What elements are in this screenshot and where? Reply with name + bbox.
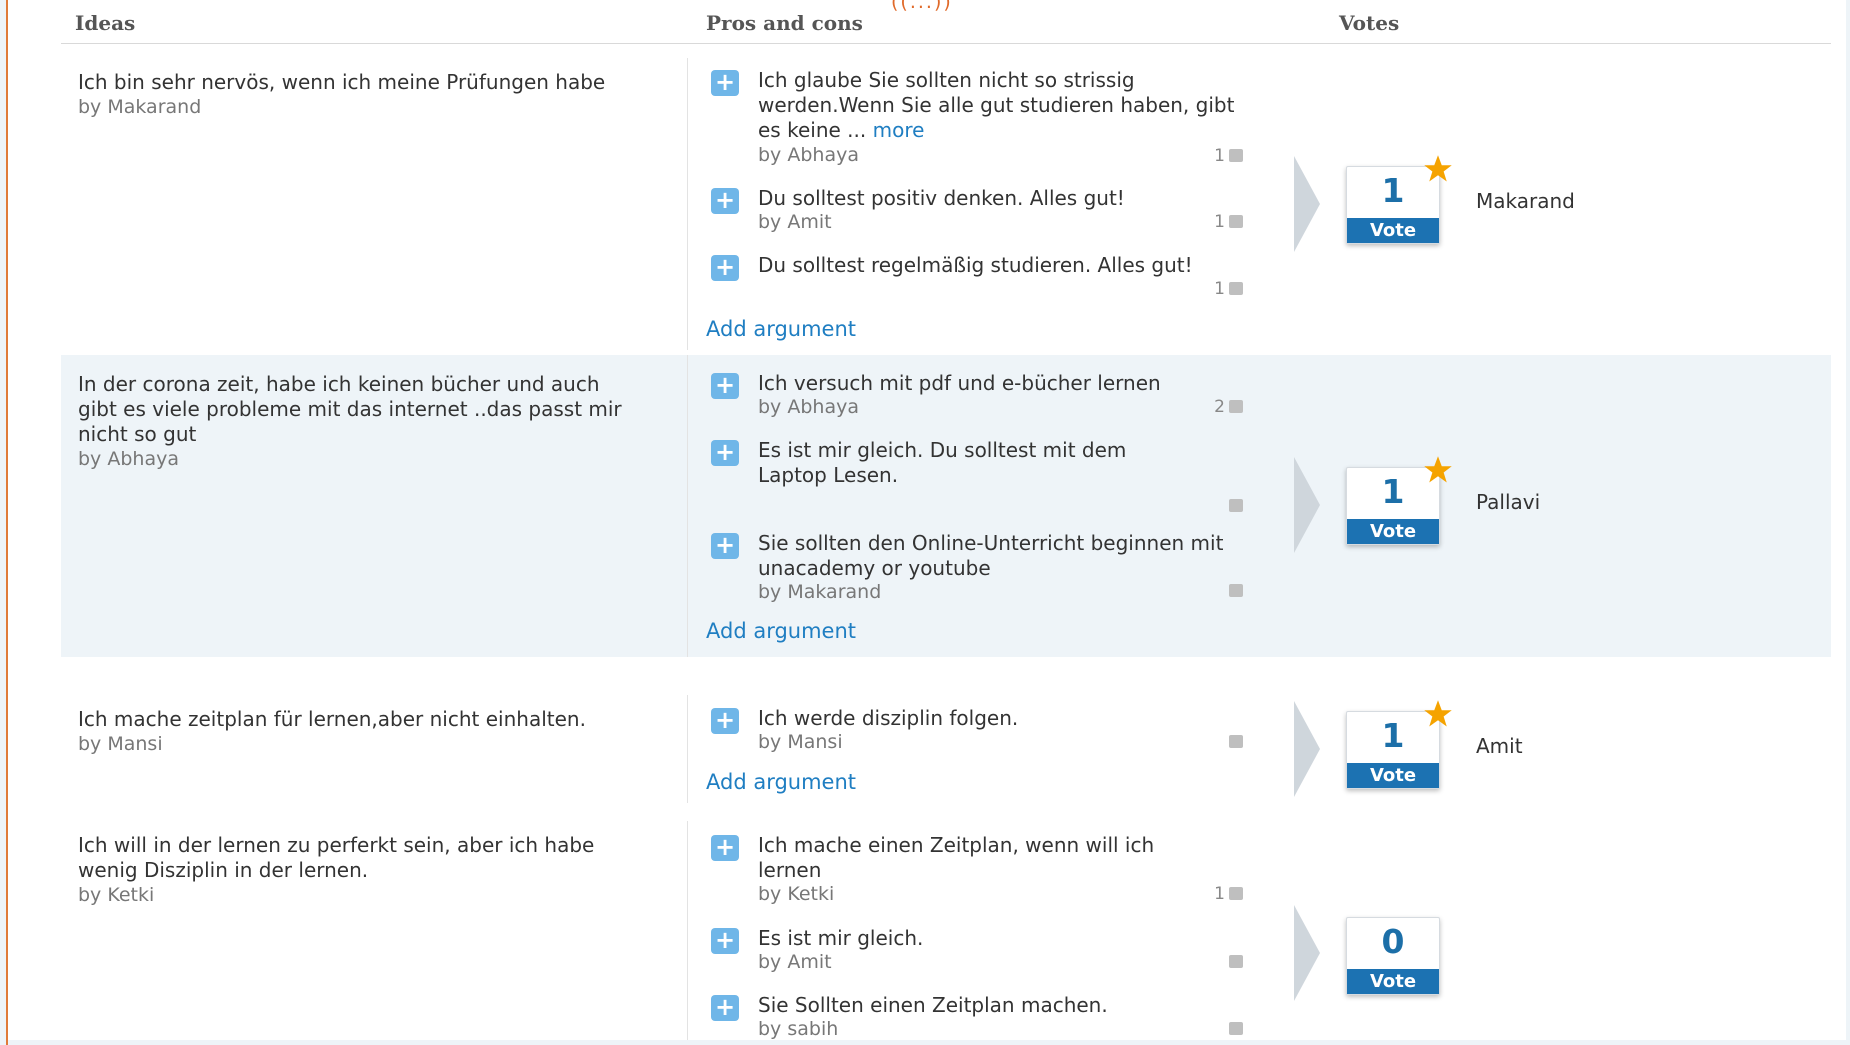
idea-text: In der corona zeit, habe ich keinen büch… [78, 372, 622, 446]
idea-cell: Ich mache zeitplan für lernen,aber nicht… [78, 707, 638, 756]
idea-row: In der corona zeit, habe ich keinen büch… [61, 355, 1831, 657]
like-number: 1 [1214, 212, 1225, 232]
thumbs-up-icon[interactable] [1229, 282, 1243, 295]
like-count[interactable]: 1 [1183, 279, 1243, 299]
header-pros-cons: Pros and cons [706, 11, 863, 35]
argument-text: Sie sollten den Online-Unterricht beginn… [758, 531, 1224, 580]
add-argument-link[interactable]: Add argument [706, 619, 856, 643]
argument-text-wrap: Ich glaube Sie sollten nicht so strissig… [758, 68, 1238, 143]
argument-author: by Ketki [758, 883, 835, 905]
idea-text: Ich bin sehr nervös, wenn ich meine Prüf… [78, 70, 606, 94]
like-number: 1 [1214, 884, 1225, 904]
plus-icon[interactable]: + [711, 533, 739, 559]
add-argument-link[interactable]: Add argument [706, 770, 856, 794]
voter-name: Amit [1476, 734, 1523, 758]
like-count[interactable] [1183, 581, 1243, 601]
thumbs-up-icon[interactable] [1229, 215, 1243, 228]
column-divider [687, 695, 688, 803]
plus-icon[interactable]: + [711, 708, 739, 734]
vote-button[interactable]: Vote [1347, 519, 1439, 544]
argument-text: Ich mache einen Zeitplan, wenn will ich … [758, 833, 1155, 882]
plus-icon[interactable]: + [711, 188, 739, 214]
add-argument-link[interactable]: Add argument [706, 317, 856, 341]
header-votes: Votes [1339, 11, 1400, 35]
plus-icon[interactable]: + [711, 70, 739, 96]
thumbs-up-icon[interactable] [1229, 1022, 1243, 1035]
like-number: 1 [1214, 146, 1225, 166]
like-count[interactable]: 2 [1183, 397, 1243, 417]
thumbs-up-icon[interactable] [1229, 499, 1243, 512]
like-number: 1 [1214, 279, 1225, 299]
like-count[interactable]: 1 [1183, 146, 1243, 166]
argument-author: by Abhaya [758, 396, 859, 418]
column-divider [687, 355, 688, 657]
argument-text: Du solltest positiv denken. Alles gut! [758, 186, 1125, 210]
argument-author: by Amit [758, 211, 832, 233]
argument-text: Sie Sollten einen Zeitplan machen. [758, 993, 1108, 1017]
thumbs-up-icon[interactable] [1229, 400, 1243, 413]
argument-author: by sabih [758, 1018, 839, 1040]
idea-row: Ich bin sehr nervös, wenn ich meine Prüf… [61, 52, 1831, 355]
table-header: Ideas Pros and cons Votes [61, 0, 1831, 44]
vote-count: 0 [1381, 922, 1405, 961]
header-ideas: Ideas [75, 11, 136, 35]
argument-text: Ich versuch mit pdf und e-bücher lernen [758, 371, 1161, 395]
argument-author: by Mansi [758, 731, 843, 753]
chevron-right-icon [1294, 457, 1320, 553]
idea-author: by Abhaya [78, 448, 179, 470]
argument-text: Du solltest regelmäßig studieren. Alles … [758, 253, 1193, 277]
thumbs-up-icon[interactable] [1229, 149, 1243, 162]
like-count[interactable]: 1 [1183, 884, 1243, 904]
ideas-panel: ((...)) Ideas Pros and cons Votes Ich bi… [8, 0, 1846, 1040]
idea-text: Ich mache zeitplan für lernen,aber nicht… [78, 707, 586, 731]
idea-cell: In der corona zeit, habe ich keinen büch… [78, 372, 638, 471]
argument-text: Es ist mir gleich. [758, 926, 924, 950]
idea-cell: Ich will in der lernen zu perferkt sein,… [78, 833, 638, 907]
plus-icon[interactable]: + [711, 928, 739, 954]
column-divider [687, 821, 688, 1040]
like-count[interactable] [1183, 732, 1243, 752]
thumbs-up-icon[interactable] [1229, 735, 1243, 748]
chevron-right-icon [1294, 701, 1320, 797]
argument-text: Ich werde disziplin folgen. [758, 706, 1019, 730]
thumbs-up-icon[interactable] [1229, 887, 1243, 900]
like-count[interactable]: 1 [1183, 212, 1243, 232]
vote-button[interactable]: Vote [1347, 763, 1439, 788]
plus-icon[interactable]: + [711, 255, 739, 281]
idea-text: Ich will in der lernen zu perferkt sein,… [78, 833, 595, 882]
chevron-right-icon [1294, 905, 1320, 1001]
argument-text: Es ist mir gleich. Du solltest mit dem L… [758, 438, 1127, 487]
column-divider [687, 58, 688, 350]
vote-button[interactable]: Vote [1347, 969, 1439, 994]
chevron-right-icon [1294, 156, 1320, 252]
idea-cell: Ich bin sehr nervös, wenn ich meine Prüf… [78, 70, 638, 119]
more-link[interactable]: more [873, 118, 925, 142]
vote-button[interactable]: Vote [1347, 218, 1439, 243]
plus-icon[interactable]: + [711, 995, 739, 1021]
idea-author: by Ketki [78, 884, 155, 906]
idea-row: Ich will in der lernen zu perferkt sein,… [61, 807, 1831, 1040]
thumbs-up-icon[interactable] [1229, 584, 1243, 597]
plus-icon[interactable]: + [711, 835, 739, 861]
idea-author: by Mansi [78, 733, 163, 755]
argument-author: by Amit [758, 951, 832, 973]
like-count[interactable] [1183, 1019, 1243, 1039]
plus-icon[interactable]: + [711, 373, 739, 399]
voter-name: Pallavi [1476, 490, 1541, 514]
voter-name: Makarand [1476, 189, 1575, 213]
argument-author: by Abhaya [758, 144, 859, 166]
thumbs-up-icon[interactable] [1229, 955, 1243, 968]
like-count[interactable] [1183, 952, 1243, 972]
idea-row: Ich mache zeitplan für lernen,aber nicht… [61, 657, 1831, 807]
argument-author: by Makarand [758, 581, 882, 603]
vote-card[interactable]: 0 Vote [1346, 917, 1440, 995]
like-count[interactable] [1183, 496, 1243, 516]
star-icon [1424, 456, 1452, 483]
argument-text: Ich glaube Sie sollten nicht so strissig… [758, 68, 1235, 142]
plus-icon[interactable]: + [711, 440, 739, 466]
like-number: 2 [1214, 397, 1225, 417]
idea-author: by Makarand [78, 96, 202, 118]
star-icon [1424, 155, 1452, 182]
star-icon [1424, 700, 1452, 727]
